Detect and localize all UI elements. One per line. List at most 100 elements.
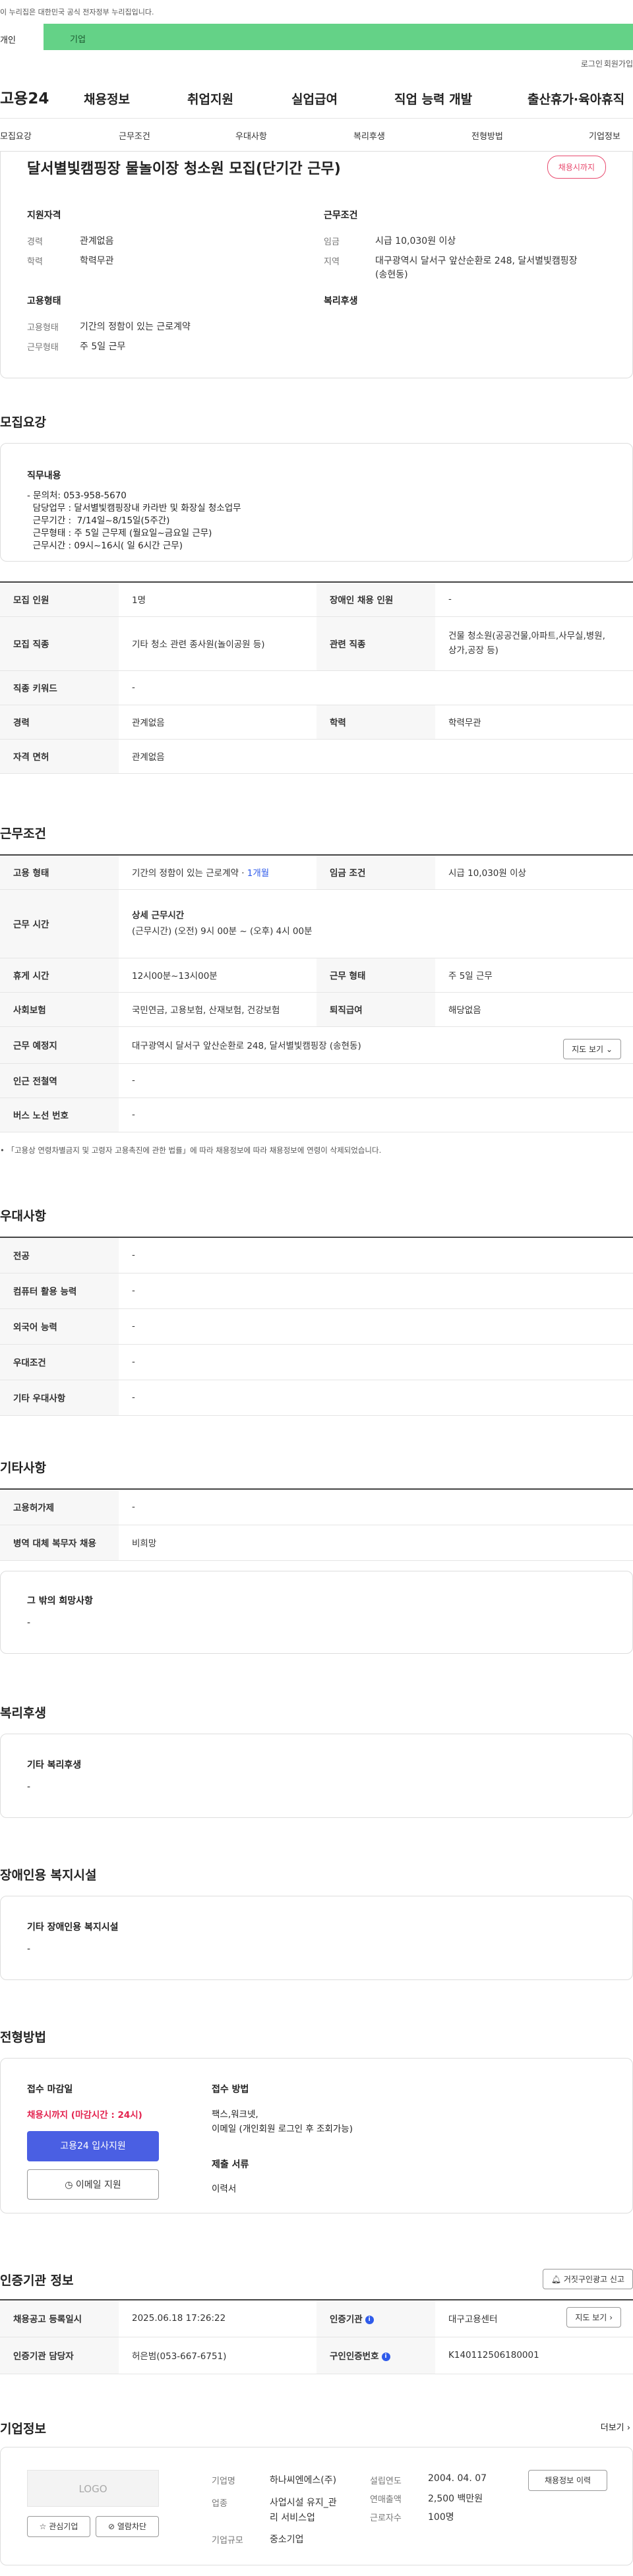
recruit-history-button[interactable]: 채용정보 이력: [528, 2470, 607, 2491]
bullet-icon: •: [0, 1146, 7, 1155]
table-row: 고용허가제 -: [0, 1489, 633, 1525]
deadline-value: 채용시까지 (마감시간 : 24시): [27, 2110, 142, 2121]
method-line: 이메일 (개인회원 로그인 후 조회가능): [212, 2124, 353, 2134]
info-icon[interactable]: i: [381, 2352, 390, 2361]
duty-heading: 직무내용: [27, 471, 61, 481]
anchor-welfare[interactable]: 복리후생: [353, 129, 385, 142]
education-label: 학력: [27, 257, 43, 267]
table-row: 고용 형태 기간의 정함이 있는 근로계약 · 1개월 임금 조건 시급 10,…: [0, 855, 633, 890]
company-heading: 기업정보: [0, 2422, 46, 2436]
bus-k: 버스 노선 번호: [0, 1098, 119, 1132]
anchor-recruit[interactable]: 모집요강: [0, 129, 32, 142]
work-form-label: 근무형태: [27, 343, 59, 353]
break-v: 12시00분~13시00분: [119, 958, 316, 993]
bus-v: -: [119, 1098, 633, 1132]
disability-heading: 장애인용 복지시설: [0, 1868, 97, 1883]
map-view-label: 지도 보기: [572, 1045, 604, 1054]
location-label: 지역: [324, 257, 340, 267]
anchor-conditions[interactable]: 근무조건: [119, 129, 150, 142]
agency-map-button[interactable]: 지도 보기 ›: [566, 2307, 621, 2327]
bell-icon: 🔔︎: [551, 2275, 562, 2284]
table-row: 전공 -: [0, 1237, 633, 1273]
tab-individual[interactable]: 개인: [0, 24, 44, 50]
emp-type-value: 기간의 정함이 있는 근로계약: [80, 322, 191, 332]
join-link[interactable]: 회원가입: [604, 58, 633, 69]
company-more-link[interactable]: 더보기 ›: [601, 2420, 630, 2433]
email-apply-label: 이메일 지원: [75, 2180, 121, 2190]
gnb-menu-jobs[interactable]: 채용정보: [84, 90, 130, 107]
other-wishes-heading: 그 밖의 희망사항: [27, 1596, 93, 1606]
other-preference-k: 기타 우대사항: [0, 1380, 119, 1416]
email-apply-button[interactable]: ◷ 이메일 지원: [27, 2169, 159, 2200]
disability-card: 기타 장애인용 복지시설 -: [0, 1896, 633, 1980]
table-row: 휴게 시간 12시00분~13시00분 근무 형태 주 5일 근무: [0, 958, 633, 993]
docs-heading: 제출 서류: [212, 2159, 249, 2170]
method-value: 팩스,워크넷, 이메일 (개인회원 로그인 후 조회가능): [212, 2107, 353, 2136]
related-category-label: 관련 직종: [316, 616, 435, 671]
place-v: 대구광역시 달서구 앞산순환로 248, 달서별빛캠핑장 (송현동): [119, 1026, 633, 1064]
method-heading: 접수 방법: [212, 2084, 249, 2095]
anchor-company[interactable]: 기업정보: [589, 129, 620, 142]
conditions-heading: 근무조건: [0, 827, 46, 841]
report-label: 거짓구인광고 신고: [563, 2275, 624, 2284]
gnb-menu-parental-leave[interactable]: 출산휴가·육아휴직: [528, 90, 624, 107]
founded-k: 설립연도: [370, 2476, 402, 2486]
sales-v: 2,500 백만원: [428, 2494, 483, 2504]
login-link[interactable]: 로그인: [581, 58, 603, 69]
manager-v: 허은범(053-667-6751): [119, 2337, 316, 2374]
table-row: 경력 관계없음 학력 학력무관: [0, 705, 633, 740]
table-row: 근무 시간 상세 근무시간 (근무시간) (오전) 9시 00분 ~ (오후) 4…: [0, 889, 633, 958]
selection-heading: 전형방법: [0, 2030, 46, 2045]
apply-button[interactable]: 고용24 입사지원: [27, 2131, 159, 2161]
wage-label: 임금: [324, 237, 340, 247]
job-title: 달서별빛캠핑장 물놀이장 청소원 모집(단기간 근무): [27, 161, 341, 177]
industry-k: 업종: [212, 2499, 227, 2509]
site-logo[interactable]: 고용24: [0, 86, 49, 108]
global-nav: 고용24 채용정보 취업지원 실업급여 직업 능력 개발 출산휴가·육아휴직: [0, 70, 633, 119]
agency-k-text: 인증기관: [330, 2314, 363, 2326]
welfare-heading-summary: 복리후생: [324, 296, 358, 307]
hours-text: (근무시간) (오전) 9시 00분 ~ (오후) 4시 00분: [132, 926, 313, 937]
company-logo: LOGO: [27, 2470, 159, 2507]
anchor-selection[interactable]: 전형방법: [471, 129, 503, 142]
manager-k: 인증기관 담당자: [0, 2337, 119, 2374]
severance-v: 해당없음: [435, 992, 633, 1027]
work-permit-k: 고용허가제: [0, 1489, 119, 1525]
employment-heading: 고용형태: [27, 296, 61, 307]
disability-sub-heading: 기타 장애인용 복지시설: [27, 1922, 119, 1933]
table-row: 자격 면허 관계없음: [0, 739, 633, 774]
company-card: LOGO ☆ 관심기업 ⊘ 열람차단 기업명 하나씨엔에스(주) 업종 사업시설…: [0, 2447, 633, 2565]
report-fake-ad-button[interactable]: 🔔︎ 거짓구인광고 신고: [542, 2269, 633, 2289]
welfare-value: -: [27, 1782, 31, 1792]
table-row: 모집 인원 1명 장애인 채용 인원 -: [0, 582, 633, 617]
gnb-menu-training[interactable]: 직업 능력 개발: [394, 90, 472, 107]
block-company-button[interactable]: ⊘ 열람차단: [96, 2516, 159, 2537]
section-anchor-nav: 모집요강 근무조건 우대사항 복리후생 전형방법 기업정보: [0, 119, 633, 152]
founded-v: 2004. 04. 07: [428, 2473, 487, 2484]
anchor-preferences[interactable]: 우대사항: [235, 129, 267, 142]
military-v: 비희망: [119, 1525, 633, 1561]
conditions-table: 고용 형태 기간의 정함이 있는 근로계약 · 1개월 임금 조건 시급 10,…: [0, 854, 633, 1132]
chevron-down-icon: ⌄: [605, 1045, 613, 1054]
info-icon[interactable]: i: [365, 2315, 374, 2324]
gnb-menu-unemployment[interactable]: 실업급여: [291, 90, 338, 107]
duty-line: 근무기간 : 7/14일~8/15일(5주간): [27, 515, 170, 526]
emp-type-v: 기간의 정함이 있는 근로계약 · 1개월: [119, 855, 316, 890]
age-notice: • 「고용상 연령차별금지 및 고령자 고용촉진에 관한 법률」에 따라 채용정…: [0, 1145, 381, 1156]
etc-heading: 기타사항: [0, 1461, 46, 1475]
job-category-value: 기타 청소 관련 종사원(놀이공원 등): [119, 616, 316, 671]
gnb-menu-employment-support[interactable]: 취업지원: [187, 90, 233, 107]
form-k: 근무 형태: [316, 958, 435, 993]
agency-k: 인증기관 i: [316, 2300, 435, 2337]
map-view-button[interactable]: 지도 보기 ⌄: [563, 1039, 621, 1059]
tab-corporate[interactable]: 기업: [44, 24, 633, 50]
table-row: 기타 우대사항 -: [0, 1380, 633, 1416]
favorite-company-button[interactable]: ☆ 관심기업: [27, 2516, 90, 2537]
company-size-v: 중소기업: [270, 2534, 304, 2545]
table-row: 직종 키워드 -: [0, 670, 633, 705]
table-row: 채용공고 등록일시 2025.06.18 17:26:22 인증기관 i 대구고용…: [0, 2300, 633, 2337]
hours-v: 상세 근무시간 (근무시간) (오전) 9시 00분 ~ (오후) 4시 00분: [119, 889, 633, 958]
duty-line: - 문의처: 053-958-5670: [27, 490, 127, 501]
computer-k: 컴퓨터 활용 능력: [0, 1273, 119, 1309]
major-v: -: [119, 1237, 633, 1273]
